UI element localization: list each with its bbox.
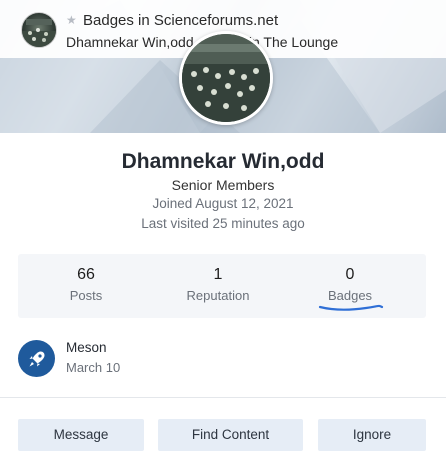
rocket-icon[interactable] [18,340,55,377]
last-visited: Last visited 25 minutes ago [141,216,305,231]
stat-reputation-value: 1 [213,266,223,283]
find-content-button[interactable]: Find Content [158,419,303,451]
ignore-button[interactable]: Ignore [318,419,426,451]
profile-name: Dhamnekar Win,odd [121,150,325,173]
joined-date: Joined August 12, 2021 [152,196,294,211]
notification-title: Badges in Scienceforums.net [83,12,279,29]
message-button[interactable]: Message [18,419,144,451]
divider [0,397,446,398]
notification-avatar [21,12,57,48]
profile-photo[interactable] [179,31,273,125]
stat-badges-value: 0 [345,266,355,283]
stat-badges[interactable]: 0 Badges [282,266,418,303]
underline-annotation [318,304,384,311]
stat-reputation[interactable]: 1 Reputation [150,266,286,303]
stat-posts-label: Posts [69,288,103,303]
star-icon: ★ [66,13,77,27]
badge-date: March 10 [66,360,121,375]
badge-name: Meson [66,340,107,355]
member-group: Senior Members [171,177,275,193]
stat-reputation-label: Reputation [186,288,250,303]
stat-posts[interactable]: 66 Posts [18,266,154,303]
stat-posts-value: 66 [77,266,95,283]
